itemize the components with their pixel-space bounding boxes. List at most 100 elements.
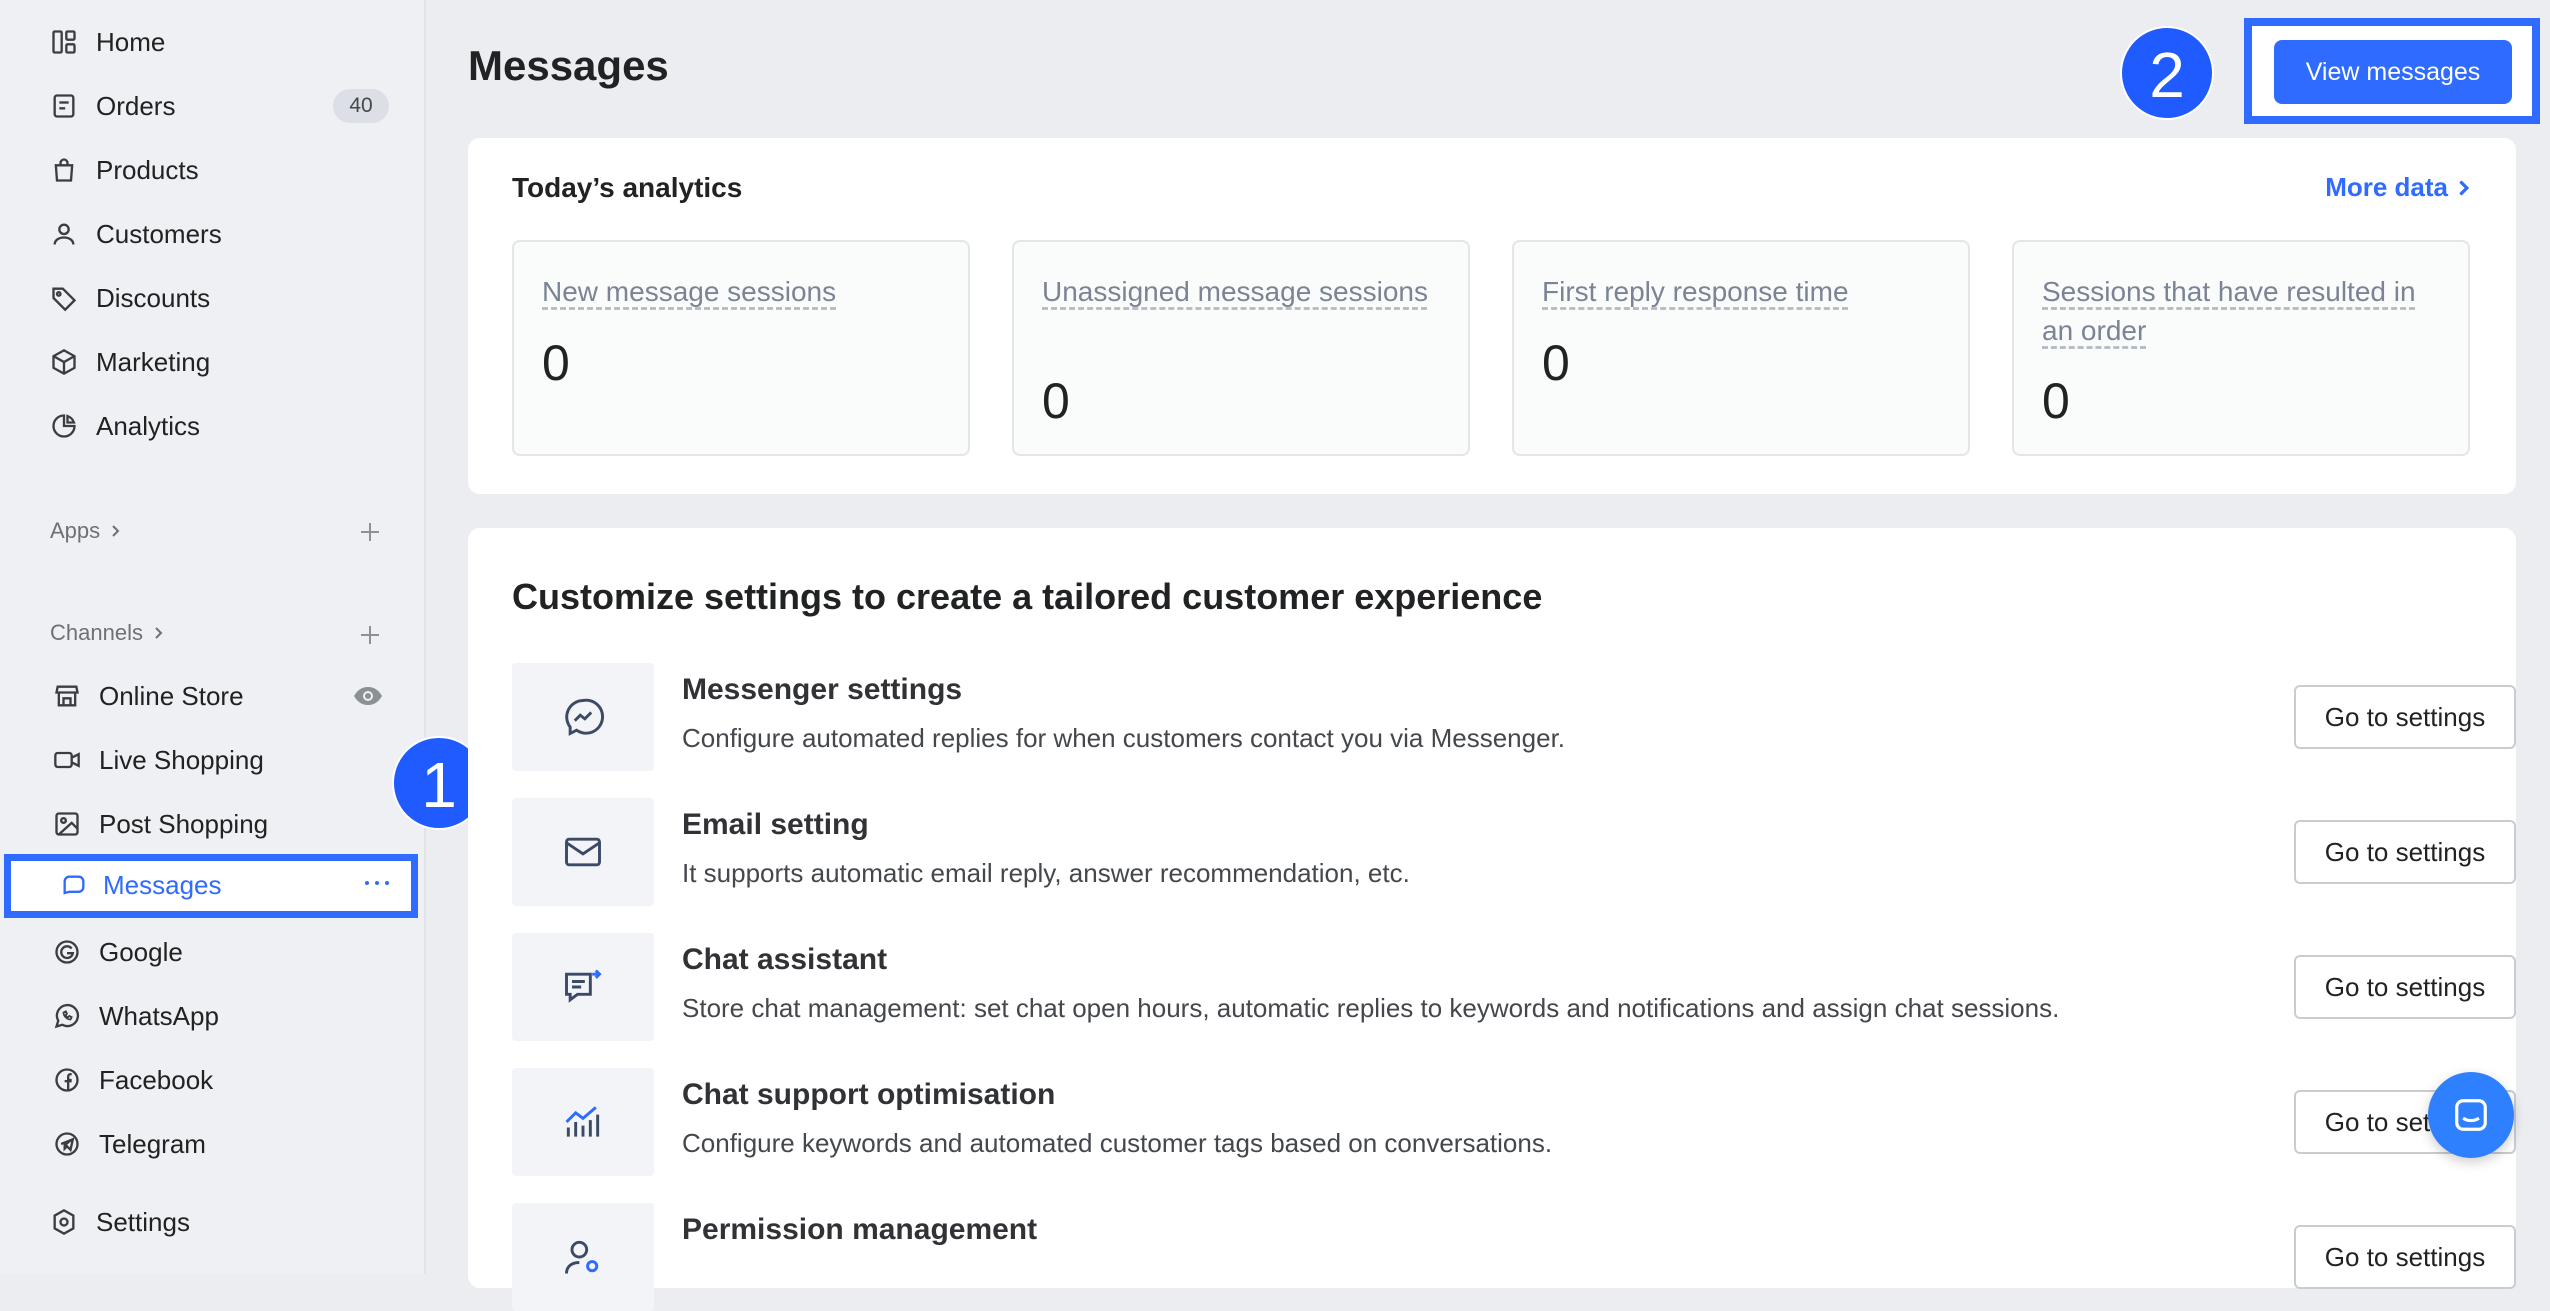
sidebar-item-whatsapp[interactable]: WhatsApp bbox=[0, 988, 424, 1044]
orders-icon bbox=[50, 92, 78, 120]
chat-assistant-icon bbox=[565, 969, 602, 1003]
channels-label: Channels bbox=[50, 620, 143, 645]
row-icon-box bbox=[512, 798, 654, 906]
go-to-settings-button[interactable]: Go to settings bbox=[2294, 955, 2516, 1019]
row-description: Configure automated replies for when cus… bbox=[682, 723, 1566, 753]
channels-section-label[interactable]: Channels bbox=[50, 620, 165, 646]
go-to-settings-button[interactable]: Go to settings bbox=[2294, 820, 2516, 884]
settings-row-permission-management: Permission management Go to settings bbox=[512, 1203, 2516, 1311]
row-description: Configure keywords and automated custome… bbox=[682, 1128, 1553, 1158]
sidebar-item-messages[interactable]: Messages bbox=[4, 854, 418, 918]
view-messages-highlight: View messages bbox=[2244, 18, 2540, 124]
stat-card-unassigned-sessions: Unassigned message sessions 0 bbox=[1012, 240, 1470, 456]
row-icon-box bbox=[512, 1068, 654, 1176]
sidebar-item-marketing[interactable]: Marketing bbox=[0, 334, 424, 390]
customers-icon bbox=[50, 220, 78, 248]
orders-count-badge: 40 bbox=[333, 89, 389, 123]
settings-card: Customize settings to create a tailored … bbox=[468, 528, 2516, 1311]
sidebar-item-label: Marketing bbox=[96, 347, 211, 377]
analytics-title: Today’s analytics bbox=[512, 172, 743, 203]
more-options-icon[interactable] bbox=[363, 873, 391, 893]
image-icon bbox=[53, 810, 81, 838]
sidebar-item-google[interactable]: Google bbox=[0, 924, 424, 980]
analytics-icon bbox=[50, 412, 78, 440]
row-icon-box bbox=[512, 663, 654, 771]
support-chat-button[interactable] bbox=[2428, 1072, 2514, 1158]
row-icon-box bbox=[512, 933, 654, 1041]
sidebar-item-home[interactable]: Home bbox=[0, 14, 424, 70]
sidebar-item-label: Home bbox=[96, 27, 166, 57]
stat-label[interactable]: Unassigned message sessions bbox=[1042, 272, 1442, 311]
google-icon bbox=[53, 938, 81, 966]
sidebar-item-label: Telegram bbox=[99, 1129, 206, 1159]
sidebar-item-facebook[interactable]: Facebook bbox=[0, 1052, 424, 1108]
settings-row-email: Email setting It supports automatic emai… bbox=[512, 798, 2516, 906]
row-title: Chat support optimisation bbox=[682, 1078, 1056, 1111]
sidebar-item-label: Products bbox=[96, 155, 199, 185]
settings-row-chat-support-optimisation: Chat support optimisation Configure keyw… bbox=[512, 1068, 2516, 1176]
store-icon bbox=[53, 682, 81, 710]
sidebar-item-telegram[interactable]: Telegram bbox=[0, 1116, 424, 1172]
sidebar-item-label: Facebook bbox=[99, 1065, 214, 1095]
home-icon bbox=[50, 28, 78, 56]
video-icon bbox=[53, 746, 81, 774]
apps-label: Apps bbox=[50, 518, 101, 543]
row-title: Messenger settings bbox=[682, 673, 963, 706]
page-title: Messages bbox=[468, 42, 669, 89]
settings-icon bbox=[50, 1208, 78, 1236]
chevron-right-icon bbox=[151, 626, 165, 640]
chat-icon bbox=[60, 872, 88, 900]
user-permission-icon bbox=[565, 1240, 599, 1274]
chat-bubble-icon bbox=[2455, 1099, 2487, 1131]
row-title: Chat assistant bbox=[682, 943, 888, 976]
sidebar-item-label: Google bbox=[99, 937, 183, 967]
sidebar-item-label: Analytics bbox=[96, 411, 201, 441]
sidebar-item-analytics[interactable]: Analytics bbox=[0, 398, 424, 454]
stat-card-first-reply-time: First reply response time 0 bbox=[1512, 240, 1970, 456]
mail-icon bbox=[565, 837, 601, 867]
sidebar-item-orders[interactable]: Orders 40 bbox=[0, 78, 424, 134]
sidebar-item-label: Customers bbox=[96, 219, 222, 249]
stat-label[interactable]: New message sessions bbox=[542, 272, 942, 311]
products-icon bbox=[50, 156, 78, 184]
stat-label[interactable]: First reply response time bbox=[1542, 272, 1942, 311]
sidebar-item-label: Discounts bbox=[96, 283, 211, 313]
analytics-card: Today’s analytics More data New message … bbox=[468, 138, 2516, 494]
chevron-right-icon bbox=[108, 524, 122, 538]
sidebar-item-post-shopping[interactable]: Post Shopping bbox=[0, 796, 424, 852]
row-title: Email setting bbox=[682, 808, 869, 841]
add-app-plus-icon[interactable] bbox=[358, 520, 382, 544]
row-description: It supports automatic email reply, answe… bbox=[682, 858, 1410, 888]
sidebar-item-customers[interactable]: Customers bbox=[0, 206, 424, 262]
eye-icon[interactable] bbox=[352, 684, 384, 708]
settings-row-messenger: Messenger settings Configure automated r… bbox=[512, 663, 2516, 771]
stat-value: 0 bbox=[2042, 373, 2070, 429]
row-icon-box bbox=[512, 1203, 654, 1311]
stat-label[interactable]: Sessions that have resulted in an order bbox=[2042, 272, 2442, 350]
stat-value: 0 bbox=[1042, 373, 1070, 429]
facebook-icon bbox=[53, 1066, 81, 1094]
step-2-callout: 2 bbox=[2120, 26, 2214, 120]
whatsapp-icon bbox=[53, 1002, 81, 1030]
stat-value: 0 bbox=[1542, 335, 1570, 391]
settings-row-chat-assistant: Chat assistant Store chat management: se… bbox=[512, 933, 2516, 1041]
messenger-icon bbox=[565, 698, 605, 736]
add-channel-plus-icon[interactable] bbox=[358, 623, 382, 647]
sidebar-item-label: Messages bbox=[103, 870, 222, 900]
apps-section-label[interactable]: Apps bbox=[50, 518, 122, 544]
view-messages-button[interactable]: View messages bbox=[2274, 40, 2512, 104]
sidebar-item-label: Post Shopping bbox=[99, 809, 269, 839]
go-to-settings-button[interactable]: Go to settings bbox=[2294, 685, 2516, 749]
more-data-link[interactable]: More data bbox=[2325, 172, 2472, 203]
sidebar-item-settings[interactable]: Settings bbox=[0, 1194, 424, 1250]
sidebar-item-online-store[interactable]: Online Store bbox=[0, 668, 424, 724]
stat-card-new-sessions: New message sessions 0 bbox=[512, 240, 970, 456]
telegram-icon bbox=[53, 1130, 81, 1158]
row-description: Store chat management: set chat open hou… bbox=[682, 993, 2060, 1023]
sidebar-item-products[interactable]: Products bbox=[0, 142, 424, 198]
sidebar-item-discounts[interactable]: Discounts bbox=[0, 270, 424, 326]
marketing-icon bbox=[50, 348, 78, 376]
go-to-settings-button[interactable]: Go to settings bbox=[2294, 1225, 2516, 1289]
sidebar: Home Orders 40 Products Customers Discou… bbox=[0, 0, 426, 1274]
sidebar-item-live-shopping[interactable]: Live Shopping bbox=[0, 732, 424, 788]
